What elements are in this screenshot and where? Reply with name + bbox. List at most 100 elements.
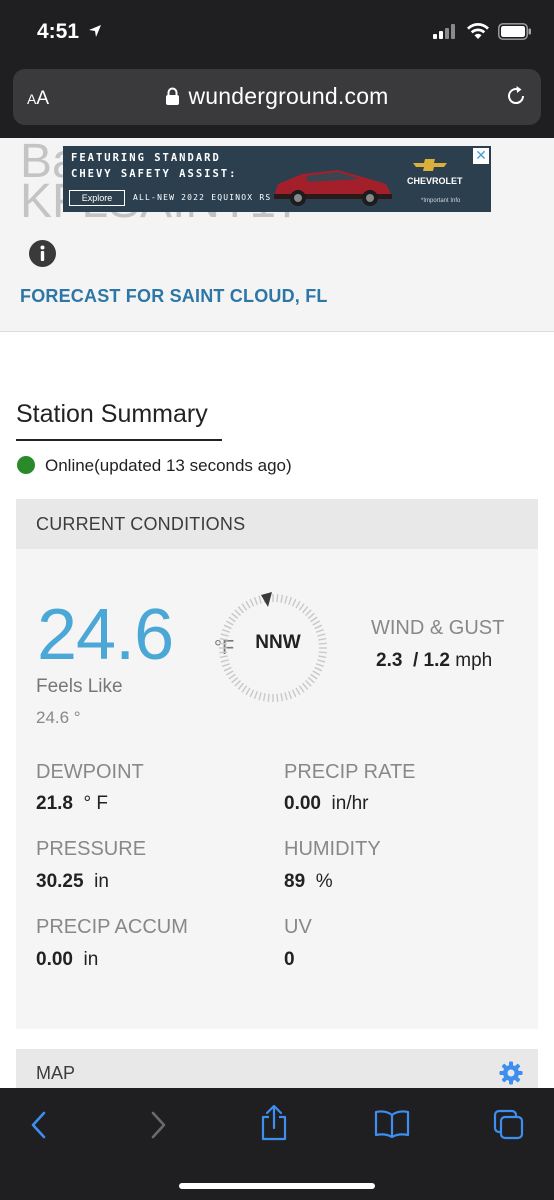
compass-tick xyxy=(305,680,312,687)
location-arrow-icon xyxy=(88,25,101,37)
compass-tick xyxy=(267,693,270,702)
precip-accum-label: PRECIP ACCUM xyxy=(36,916,188,938)
compass-tick xyxy=(305,609,312,616)
compass-tick xyxy=(241,685,248,693)
bookmarks-icon[interactable] xyxy=(373,1108,411,1140)
feels-like-label: Feels Like xyxy=(36,676,123,697)
compass-tick xyxy=(315,663,324,668)
map-label: MAP xyxy=(36,1063,76,1083)
wind-gust: / 1.2 xyxy=(412,650,450,671)
ad-explore-button[interactable]: Explore xyxy=(69,190,125,206)
compass-tick xyxy=(318,651,327,654)
gear-icon[interactable] xyxy=(499,1061,523,1085)
uv-label: UV xyxy=(284,916,312,938)
pressure-value: 30.25 in xyxy=(36,871,109,892)
compass-tick xyxy=(253,690,258,699)
compass-tick xyxy=(241,603,248,611)
chevrolet-bowtie-icon xyxy=(413,159,447,171)
compass-tick xyxy=(219,637,228,641)
dewpoint-label: DEWPOINT xyxy=(36,761,144,783)
compass-tick xyxy=(318,655,327,659)
compass-tick xyxy=(318,637,327,641)
compass-tick xyxy=(225,670,234,676)
title-underline xyxy=(16,439,222,441)
reload-icon[interactable] xyxy=(503,83,529,109)
current-conditions-panel: CURRENT CONDITIONS 24.6 °F Feels Like 24… xyxy=(16,499,538,1029)
battery-icon xyxy=(498,22,531,40)
compass-tick xyxy=(295,687,301,696)
feels-like-value: 24.6 ° xyxy=(36,708,81,727)
compass-tick xyxy=(249,689,255,698)
humidity-value: 89 % xyxy=(284,871,333,892)
compass-tick xyxy=(219,655,228,659)
compass-tick xyxy=(234,680,241,687)
compass-tick xyxy=(245,600,251,609)
web-page: Ba KFLSAINT17 FORECAST FOR SAINT CLOUD, … xyxy=(0,138,554,1088)
compass-tick xyxy=(249,598,255,607)
compass-tick xyxy=(223,666,232,672)
car-image xyxy=(274,170,392,206)
phone-screen: 4:51 AA wunderground.com Ba FORECAST FOR… xyxy=(0,0,554,1200)
forecast-link[interactable]: FORECAST FOR SAINT CLOUD, FL xyxy=(20,286,328,307)
dewpoint-value: 21.8 ° F xyxy=(36,793,109,814)
compass-tick xyxy=(237,682,244,690)
compass-tick xyxy=(258,595,262,604)
ad-headline-2: CHEVY SAFETY ASSIST: xyxy=(71,168,238,180)
compass-tick xyxy=(302,682,309,690)
conditions-header: CURRENT CONDITIONS xyxy=(16,499,538,549)
ad-note: *Important Info xyxy=(421,198,461,204)
compass-tick xyxy=(258,692,262,701)
compass-tick xyxy=(310,616,318,623)
status-bar: 4:51 xyxy=(0,0,554,66)
lock-icon xyxy=(166,87,180,105)
humidity-label: HUMIDITY xyxy=(284,838,381,860)
precip-accum-value: 0.00 in xyxy=(36,949,99,970)
compass-tick xyxy=(307,612,315,619)
compass-tick xyxy=(291,689,297,698)
compass-tick xyxy=(318,642,327,645)
compass-tick xyxy=(280,693,284,702)
compass-tick xyxy=(276,594,279,603)
compass-tick xyxy=(231,677,239,684)
uv-value: 0 xyxy=(284,949,295,970)
ad-brand: CHEVROLET xyxy=(407,176,463,186)
compass-tick xyxy=(262,693,266,702)
compass-tick xyxy=(228,673,236,680)
compass-tick xyxy=(219,642,228,645)
compass-tick xyxy=(288,690,293,699)
compass-tick xyxy=(222,628,231,633)
compass-tick xyxy=(284,692,288,701)
info-icon[interactable] xyxy=(29,240,56,267)
compass-tick xyxy=(317,659,326,663)
conditions-header-label: CURRENT CONDITIONS xyxy=(36,514,246,534)
precip-rate-value: 0.00 in/hr xyxy=(284,793,369,814)
status-time: 4:51 xyxy=(37,20,102,44)
wind-gust-value: 2.3 / 1.2 mph xyxy=(376,650,492,672)
compass-tick xyxy=(288,597,293,606)
compass-tick xyxy=(228,616,236,623)
url-display[interactable]: wunderground.com xyxy=(13,83,541,110)
compass-tick xyxy=(317,633,326,637)
share-icon[interactable] xyxy=(258,1104,290,1142)
map-section-header: MAP xyxy=(16,1049,538,1088)
compass-tick xyxy=(284,595,288,604)
compass-tick xyxy=(307,677,315,684)
ad-close-button[interactable]: ✕ xyxy=(473,148,489,164)
compass-tick xyxy=(231,612,239,619)
compass-tick xyxy=(220,633,229,637)
compass-tick xyxy=(291,598,297,607)
compass-tick xyxy=(298,685,305,693)
tabs-icon[interactable] xyxy=(492,1108,526,1142)
compass-tick xyxy=(234,609,241,616)
station-header: Ba KFLSAINT17 FORECAST FOR SAINT CLOUD, … xyxy=(0,138,554,332)
station-summary-title: Station Summary xyxy=(16,400,208,428)
compass-tick xyxy=(280,594,284,603)
compass-tick xyxy=(302,606,309,614)
forward-icon[interactable] xyxy=(145,1108,171,1142)
browser-address-area: AA wunderground.com xyxy=(0,66,554,138)
address-bar[interactable]: AA wunderground.com xyxy=(13,69,541,125)
back-icon[interactable] xyxy=(26,1108,52,1142)
compass-tick xyxy=(312,620,321,626)
ad-banner[interactable]: FEATURING STANDARD CHEVY SAFETY ASSIST: … xyxy=(63,146,491,212)
compass-tick xyxy=(225,620,234,626)
